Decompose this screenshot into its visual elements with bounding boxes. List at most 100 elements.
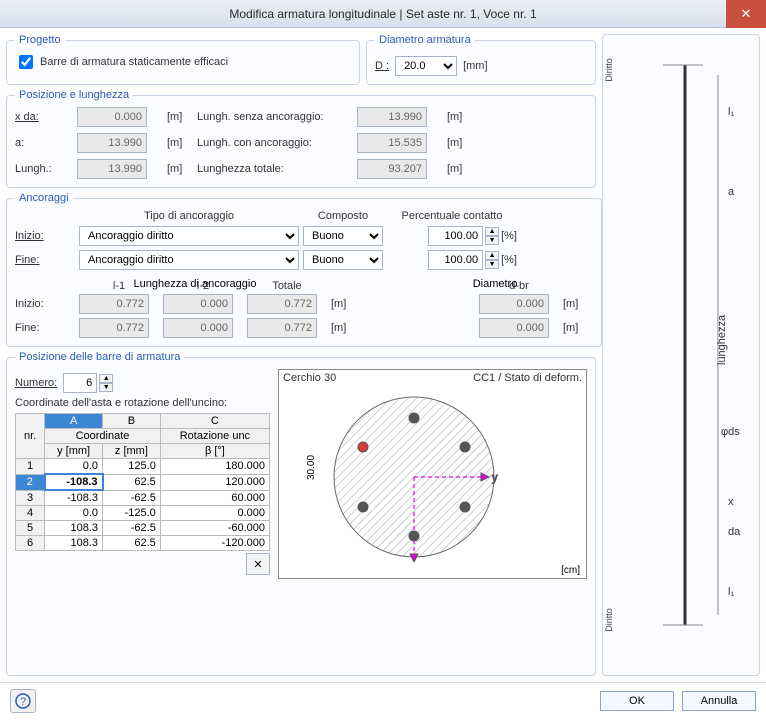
unit-m10: [m] xyxy=(563,322,593,334)
anchor-start-comp[interactable]: Buono xyxy=(303,226,383,246)
long-svg: l₁ a lunghezza φds x da l₁ xyxy=(603,35,759,675)
end-tot xyxy=(247,318,317,338)
unit-m6: [m] xyxy=(447,163,477,175)
anchorages-group: Ancoraggi Tipo di ancoraggio Composto Pe… xyxy=(6,192,602,347)
svg-text:a: a xyxy=(728,186,735,198)
anchor-pct-hdr: Percentuale contatto xyxy=(387,210,517,222)
project-group: Progetto Barre di armatura staticamente … xyxy=(6,34,360,85)
bars-legend: Posizione delle barre di armatura xyxy=(15,351,184,363)
start-l1 xyxy=(79,294,149,314)
anchor-end-comp[interactable]: Buono xyxy=(303,250,383,270)
cross-section-svg: y z xyxy=(329,392,499,562)
anchor-end-pct[interactable] xyxy=(428,250,483,270)
ok-button[interactable]: OK xyxy=(600,691,674,711)
anchor-comp-hdr: Composto xyxy=(303,210,383,222)
cm-unit: [cm] xyxy=(561,565,580,576)
coord-rot-label: Coordinate dell'asta e rotazione dell'un… xyxy=(15,397,227,409)
spin-buttons2[interactable]: ▲▼ xyxy=(485,251,499,269)
unit-m4: [m] xyxy=(447,137,477,149)
unit-m5: [m] xyxy=(167,163,197,175)
num-field[interactable] xyxy=(63,373,97,393)
static-bars-checkbox[interactable] xyxy=(19,55,33,69)
bars-table[interactable]: nr.ABC CoordinateRotazione unc y [mm]z [… xyxy=(15,413,270,551)
l-no-anchor-label: Lungh. senza ancoraggio: xyxy=(197,111,357,123)
l-total-field xyxy=(357,159,427,179)
anchor-start-pct[interactable] xyxy=(428,226,483,246)
table-row[interactable]: 40.0-125.00.000 xyxy=(16,506,270,521)
l-total-label: Lunghezza totale: xyxy=(197,163,357,175)
table-row[interactable]: 5108.3-62.5-60.000 xyxy=(16,521,270,536)
table-row[interactable]: 3-108.3-62.560.000 xyxy=(16,490,270,506)
len-end-label: Fine: xyxy=(15,322,75,334)
a-label: a: xyxy=(15,137,77,149)
svg-text:lunghezza: lunghezza xyxy=(716,314,728,365)
anchorages-legend: Ancoraggi xyxy=(15,192,73,204)
anchor-start-label: Inizio: xyxy=(15,230,75,242)
help-button[interactable]: ? xyxy=(10,689,36,713)
svg-text:x: x xyxy=(728,496,734,508)
preview-state: CC1 / Stato di deform. xyxy=(473,372,582,384)
l-with-anchor-label: Lungh. con ancoraggio: xyxy=(197,137,357,149)
unit-m9: [m] xyxy=(331,322,361,334)
position-group: Posizione e lunghezza x da: [m] Lungh. s… xyxy=(6,89,596,188)
anchor-type-hdr: Tipo di ancoraggio xyxy=(79,210,299,222)
diameter-unit: [mm] xyxy=(463,60,487,72)
end-dbr xyxy=(479,318,549,338)
start-l2 xyxy=(163,294,233,314)
start-tot xyxy=(247,294,317,314)
x-from-field[interactable] xyxy=(77,107,147,127)
a-field[interactable] xyxy=(77,133,147,153)
diameter-group: Diametro armatura D : 20.0 [mm] xyxy=(366,34,596,85)
l-with-anchor-field xyxy=(357,133,427,153)
diameter-label: D : xyxy=(375,60,389,72)
svg-text:?: ? xyxy=(20,696,26,708)
bars-group: Posizione delle barre di armatura Numero… xyxy=(6,351,596,676)
diam-group-hdr: Diametro xyxy=(455,278,535,290)
end-l1 xyxy=(79,318,149,338)
anchor-start-type[interactable]: Ancoraggio diritto xyxy=(79,226,299,246)
svg-text:da: da xyxy=(728,526,741,538)
unit-m8: [m] xyxy=(563,298,593,310)
lungh-label: Lungh.: xyxy=(15,163,77,175)
title-bar: Modifica armatura longitudinale | Set as… xyxy=(0,0,766,28)
table-row[interactable]: 2-108.362.5120.000 xyxy=(16,474,270,490)
longitudinal-preview: Diritto Diritto l₁ a lunghezza φds x da … xyxy=(602,34,760,676)
project-legend: Progetto xyxy=(15,34,65,46)
help-icon: ? xyxy=(15,693,31,709)
svg-text:φds: φds xyxy=(721,426,740,438)
table-row[interactable]: 6108.362.5-120.000 xyxy=(16,536,270,551)
l-no-anchor-field xyxy=(357,107,427,127)
lungh-field[interactable] xyxy=(77,159,147,179)
len-start-label: Inizio: xyxy=(15,298,75,310)
dim-value: 30.00 xyxy=(306,455,317,480)
diameter-legend: Diametro armatura xyxy=(375,34,475,46)
diameter-select[interactable]: 20.0 xyxy=(395,56,457,76)
anchor-end-label: Fine: xyxy=(15,254,75,266)
svg-text:l₁: l₁ xyxy=(728,586,734,598)
delete-row-button[interactable]: ✕ xyxy=(246,553,270,575)
spin-buttons[interactable]: ▲▼ xyxy=(485,227,499,245)
svg-text:l₁: l₁ xyxy=(728,106,734,118)
x-from-label: x da: xyxy=(15,111,77,123)
side-diritto-top: Diritto xyxy=(604,58,614,82)
close-button[interactable]: ✕ xyxy=(726,0,766,28)
pct-unit2: [%] xyxy=(501,254,517,266)
end-l2 xyxy=(163,318,233,338)
start-dbr xyxy=(479,294,549,314)
len-group-hdr: Lunghezza di ancoraggio xyxy=(75,278,315,290)
table-row[interactable]: 10.0125.0180.000 xyxy=(16,459,270,475)
cancel-button[interactable]: Annulla xyxy=(682,691,756,711)
unit-m7: [m] xyxy=(331,298,361,310)
unit-m3: [m] xyxy=(167,137,197,149)
side-diritto-bot: Diritto xyxy=(604,608,614,632)
pct-unit: [%] xyxy=(501,230,517,242)
position-legend: Posizione e lunghezza xyxy=(15,89,133,101)
anchor-end-type[interactable]: Ancoraggio diritto xyxy=(79,250,299,270)
svg-text:y: y xyxy=(492,472,498,484)
unit-m: [m] xyxy=(167,111,197,123)
num-spin[interactable]: ▲▼ xyxy=(99,374,113,392)
static-bars-label: Barre di armatura staticamente efficaci xyxy=(40,56,228,68)
window-title: Modifica armatura longitudinale | Set as… xyxy=(229,7,536,21)
unit-m2: [m] xyxy=(447,111,477,123)
cross-section-preview: Cerchio 30 CC1 / Stato di deform. 30.00 … xyxy=(278,369,587,579)
